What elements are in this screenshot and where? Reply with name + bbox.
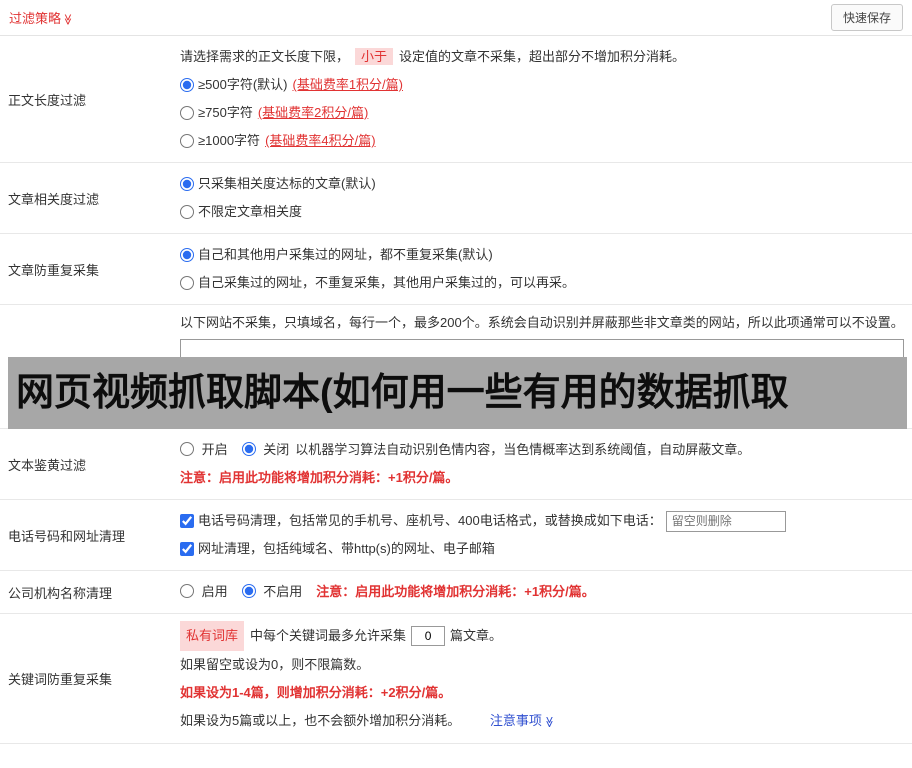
url-clean-line[interactable]: 网址清理，包括纯域名、带http(s)的网址、电子邮箱 bbox=[180, 535, 904, 563]
keyword-limit-text: 中每个关键词最多允许采集 bbox=[250, 622, 406, 650]
length-intro-highlight: 小于 bbox=[355, 48, 393, 65]
length-intro-after: 设定值的文章不采集，超出部分不增加积分消耗。 bbox=[399, 49, 685, 64]
relevance-radio-strict[interactable] bbox=[180, 177, 194, 191]
phone-clean-checkbox[interactable] bbox=[180, 514, 194, 528]
length-radio-500[interactable] bbox=[180, 78, 194, 92]
top-bar: 过滤策略≫ 快速保存 bbox=[0, 0, 912, 36]
porn-filter-desc: 以机器学习算法自动识别色情内容，当色情概率达到系统阈值，自动屏蔽文章。 bbox=[295, 436, 750, 464]
phone-clean-line: 电话号码清理，包括常见的手机号、座机号、400电话格式，或替换成如下电话： bbox=[180, 507, 904, 535]
length-option-1000[interactable]: ≥1000字符 (基础费率4积分/篇) bbox=[180, 127, 904, 155]
row-content-phone-url-clean: 电话号码清理，包括常见的手机号、座机号、400电话格式，或替换成如下电话： 网址… bbox=[180, 500, 912, 570]
porn-radio-on[interactable] bbox=[180, 442, 194, 456]
porn-filter-options: 开启 关闭 以机器学习算法自动识别色情内容，当色情概率达到系统阈值，自动屏蔽文章… bbox=[180, 436, 904, 464]
url-clean-label: 网址清理，包括纯域名、带http(s)的网址、电子邮箱 bbox=[198, 535, 495, 563]
company-option-off-label: 不启用 bbox=[263, 584, 302, 599]
overlay-caption-banner: 网页视频抓取脚本(如何用一些有用的数据抓取 bbox=[8, 357, 907, 429]
dedup-radio-global[interactable] bbox=[180, 248, 194, 262]
length-radio-750[interactable] bbox=[180, 106, 194, 120]
row-content-relevance-filter: 只采集相关度达标的文章(默认) 不限定文章相关度 bbox=[180, 163, 912, 233]
site-filter-desc: 以下网站不采集，只填域名，每行一个，最多200个。系统会自动识别并屏蔽那些非文章… bbox=[180, 312, 904, 334]
row-content-dedup-filter: 自己和其他用户采集过的网址，都不重复采集(默认) 自己采集过的网址，不重复采集，… bbox=[180, 234, 912, 304]
keyword-limit-line: 私有词库 中每个关键词最多允许采集 篇文章。 bbox=[180, 621, 904, 651]
row-label-phone-url-clean: 电话号码和网址清理 bbox=[0, 500, 180, 570]
row-porn-filter: 文本鉴黄过滤 开启 关闭 以机器学习算法自动识别色情内容，当色情概率达到系统阈值… bbox=[0, 429, 912, 500]
replacement-phone-input[interactable] bbox=[666, 511, 786, 532]
row-label-company-clean: 公司机构名称清理 bbox=[0, 571, 180, 613]
row-dedup-filter: 文章防重复采集 自己和其他用户采集过的网址，都不重复采集(默认) 自己采集过的网… bbox=[0, 234, 912, 305]
keyword-limit-suffix: 篇文章。 bbox=[450, 622, 502, 650]
filter-strategy-page: 过滤策略≫ 快速保存 正文长度过滤 请选择需求的正文长度下限，小于设定值的文章不… bbox=[0, 0, 912, 768]
phone-clean-label: 电话号码清理，包括常见的手机号、座机号、400电话格式，或替换成如下电话： bbox=[198, 507, 662, 535]
dedup-option-global[interactable]: 自己和其他用户采集过的网址，都不重复采集(默认) bbox=[180, 241, 904, 269]
length-option-750-note: (基础费率2积分/篇) bbox=[258, 99, 369, 127]
porn-option-off[interactable]: 关闭 bbox=[242, 436, 290, 464]
relevance-radio-any[interactable] bbox=[180, 205, 194, 219]
relevance-option-any-label: 不限定文章相关度 bbox=[198, 198, 302, 226]
row-label-relevance-filter: 文章相关度过滤 bbox=[0, 163, 180, 233]
company-option-on-label: 启用 bbox=[202, 584, 228, 599]
row-keyword-dedup: 关键词防重复采集 私有词库 中每个关键词最多允许采集 篇文章。 如果留空或设为0… bbox=[0, 614, 912, 744]
row-relevance-filter: 文章相关度过滤 只采集相关度达标的文章(默认) 不限定文章相关度 bbox=[0, 163, 912, 234]
row-label-dedup-filter: 文章防重复采集 bbox=[0, 234, 180, 304]
quick-save-button[interactable]: 快速保存 bbox=[831, 4, 903, 31]
row-phone-url-clean: 电话号码和网址清理 电话号码清理，包括常见的手机号、座机号、400电话格式，或替… bbox=[0, 500, 912, 571]
keyword-rule-unlimited: 如果留空或设为0，则不限篇数。 bbox=[180, 651, 904, 679]
row-length-filter: 正文长度过滤 请选择需求的正文长度下限， 小于设定值的文章不采集，超出部分不增加积… bbox=[0, 36, 912, 163]
company-clean-note: 注意：启用此功能将增加积分消耗：+1积分/篇。 bbox=[316, 578, 594, 606]
dedup-radio-self[interactable] bbox=[180, 276, 194, 290]
length-option-500[interactable]: ≥500字符(默认) (基础费率1积分/篇) bbox=[180, 71, 904, 99]
dedup-option-global-label: 自己和其他用户采集过的网址，都不重复采集(默认) bbox=[198, 241, 493, 269]
page-title: 过滤策略≫ bbox=[9, 8, 74, 27]
company-clean-options: 启用 不启用 注意：启用此功能将增加积分消耗：+1积分/篇。 bbox=[180, 578, 904, 606]
keyword-rule-cost: 如果设为1-4篇，则增加积分消耗：+2积分/篇。 bbox=[180, 679, 904, 707]
row-label-length-filter: 正文长度过滤 bbox=[0, 36, 180, 162]
company-radio-off[interactable] bbox=[242, 584, 256, 598]
length-option-1000-label: ≥1000字符 bbox=[198, 127, 260, 155]
length-option-500-label: ≥500字符(默认) bbox=[198, 71, 287, 99]
length-filter-intro: 请选择需求的正文长度下限， 小于设定值的文章不采集，超出部分不增加积分消耗。 bbox=[180, 43, 904, 71]
length-radio-1000[interactable] bbox=[180, 134, 194, 148]
company-radio-on[interactable] bbox=[180, 584, 194, 598]
porn-radio-off[interactable] bbox=[242, 442, 256, 456]
relevance-option-strict-label: 只采集相关度达标的文章(默认) bbox=[198, 170, 376, 198]
overlay-caption-text: 网页视频抓取脚本(如何用一些有用的数据抓取 bbox=[16, 372, 789, 414]
length-option-500-note: (基础费率1积分/篇) bbox=[292, 71, 403, 99]
row-label-keyword-dedup: 关键词防重复采集 bbox=[0, 614, 180, 743]
length-option-750[interactable]: ≥750字符 (基础费率2积分/篇) bbox=[180, 99, 904, 127]
chevron-down-icon[interactable]: ≫ bbox=[61, 14, 74, 26]
relevance-option-any[interactable]: 不限定文章相关度 bbox=[180, 198, 904, 226]
row-content-company-clean: 启用 不启用 注意：启用此功能将增加积分消耗：+1积分/篇。 bbox=[180, 571, 912, 613]
private-lexicon-badge: 私有词库 bbox=[180, 621, 244, 651]
row-content-length-filter: 请选择需求的正文长度下限， 小于设定值的文章不采集，超出部分不增加积分消耗。 ≥5… bbox=[180, 36, 912, 162]
page-title-text: 过滤策略 bbox=[9, 11, 61, 26]
row-content-keyword-dedup: 私有词库 中每个关键词最多允许采集 篇文章。 如果留空或设为0，则不限篇数。 如… bbox=[180, 614, 912, 743]
row-company-clean: 公司机构名称清理 启用 不启用 注意：启用此功能将增加积分消耗：+1积分/篇。 bbox=[0, 571, 912, 614]
length-option-1000-note: (基础费率4积分/篇) bbox=[265, 127, 376, 155]
company-option-on[interactable]: 启用 bbox=[180, 578, 228, 606]
keyword-limit-input[interactable] bbox=[411, 626, 445, 646]
relevance-option-strict[interactable]: 只采集相关度达标的文章(默认) bbox=[180, 170, 904, 198]
porn-option-off-label: 关闭 bbox=[263, 442, 289, 457]
row-content-porn-filter: 开启 关闭 以机器学习算法自动识别色情内容，当色情概率达到系统阈值，自动屏蔽文章… bbox=[180, 429, 912, 499]
porn-option-on[interactable]: 开启 bbox=[180, 436, 228, 464]
keyword-rule-over5-text: 如果设为5篇或以上，也不会额外增加积分消耗。 bbox=[180, 713, 460, 728]
row-label-porn-filter: 文本鉴黄过滤 bbox=[0, 429, 180, 499]
keyword-rule-over5: 如果设为5篇或以上，也不会额外增加积分消耗。 注意事项≫ bbox=[180, 707, 904, 736]
dedup-option-self-label: 自己采集过的网址，不重复采集，其他用户采集过的，可以再采。 bbox=[198, 269, 575, 297]
porn-option-on-label: 开启 bbox=[202, 442, 228, 457]
dedup-option-self[interactable]: 自己采集过的网址，不重复采集，其他用户采集过的，可以再采。 bbox=[180, 269, 904, 297]
porn-filter-note: 注意：启用此功能将增加积分消耗：+1积分/篇。 bbox=[180, 464, 904, 492]
url-clean-checkbox[interactable] bbox=[180, 542, 194, 556]
length-intro-before: 请选择需求的正文长度下限， bbox=[180, 49, 349, 64]
company-option-off[interactable]: 不启用 bbox=[242, 578, 303, 606]
notes-link[interactable]: 注意事项≫ bbox=[490, 713, 555, 728]
length-option-750-label: ≥750字符 bbox=[198, 99, 253, 127]
notes-chevron-icon: ≫ bbox=[535, 716, 563, 728]
